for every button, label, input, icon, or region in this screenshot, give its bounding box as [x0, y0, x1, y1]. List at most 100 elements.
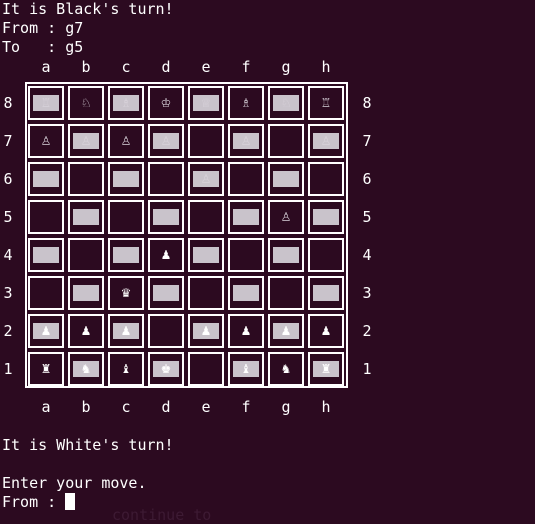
square-h3[interactable]	[308, 276, 344, 310]
square-h7[interactable]: ♙	[308, 124, 344, 158]
chess-piece-a2[interactable]: ♟	[41, 325, 52, 337]
chess-piece-d4[interactable]: ♟	[161, 249, 172, 261]
chess-piece-a1[interactable]: ♜	[41, 363, 52, 375]
square-e8[interactable]: ♕	[188, 86, 224, 120]
chess-piece-b8[interactable]: ♘	[81, 97, 92, 109]
square-f5[interactable]	[228, 200, 264, 234]
chess-piece-g8[interactable]: ♘	[281, 97, 292, 109]
square-b8[interactable]: ♘	[68, 86, 104, 120]
square-a3[interactable]	[28, 276, 64, 310]
square-e6[interactable]: ♙	[188, 162, 224, 196]
square-f2[interactable]: ♟	[228, 314, 264, 348]
chess-piece-e2[interactable]: ♟	[201, 325, 212, 337]
square-g5[interactable]: ♙	[268, 200, 304, 234]
chess-piece-e8[interactable]: ♕	[201, 97, 212, 109]
square-c1[interactable]: ♝	[108, 352, 144, 386]
square-b1[interactable]: ♞	[68, 352, 104, 386]
square-a5[interactable]	[28, 200, 64, 234]
square-g7[interactable]	[268, 124, 304, 158]
square-g8[interactable]: ♘	[268, 86, 304, 120]
chess-piece-d7[interactable]: ♙	[161, 135, 172, 147]
square-d2[interactable]	[148, 314, 184, 348]
chess-piece-h2[interactable]: ♟	[321, 325, 332, 337]
square-c5[interactable]	[108, 200, 144, 234]
square-h5[interactable]	[308, 200, 344, 234]
chess-piece-g5[interactable]: ♙	[281, 211, 292, 223]
square-g4[interactable]	[268, 238, 304, 272]
square-e7[interactable]	[188, 124, 224, 158]
square-h1[interactable]: ♜	[308, 352, 344, 386]
square-b7[interactable]: ♙	[68, 124, 104, 158]
square-a4[interactable]	[28, 238, 64, 272]
chess-piece-a8[interactable]: ♖	[41, 97, 52, 109]
square-a1[interactable]: ♜	[28, 352, 64, 386]
square-f3[interactable]	[228, 276, 264, 310]
square-c4[interactable]	[108, 238, 144, 272]
chess-piece-c8[interactable]: ♗	[121, 97, 132, 109]
square-e4[interactable]	[188, 238, 224, 272]
square-b2[interactable]: ♟	[68, 314, 104, 348]
square-a6[interactable]	[28, 162, 64, 196]
chess-piece-a7[interactable]: ♙	[41, 135, 52, 147]
square-b3[interactable]	[68, 276, 104, 310]
chess-piece-f8[interactable]: ♗	[241, 97, 252, 109]
square-c8[interactable]: ♗	[108, 86, 144, 120]
square-a7[interactable]: ♙	[28, 124, 64, 158]
square-f8[interactable]: ♗	[228, 86, 264, 120]
chess-piece-b2[interactable]: ♟	[81, 325, 92, 337]
square-d7[interactable]: ♙	[148, 124, 184, 158]
chess-piece-d8[interactable]: ♔	[161, 97, 172, 109]
square-c2[interactable]: ♟	[108, 314, 144, 348]
chess-piece-g2[interactable]: ♟	[281, 325, 292, 337]
file-label-h: h	[321, 58, 331, 76]
chess-piece-c1[interactable]: ♝	[121, 363, 132, 375]
square-e2[interactable]: ♟	[188, 314, 224, 348]
square-d4[interactable]: ♟	[148, 238, 184, 272]
square-c7[interactable]: ♙	[108, 124, 144, 158]
square-g2[interactable]: ♟	[268, 314, 304, 348]
square-f7[interactable]: ♙	[228, 124, 264, 158]
chess-piece-h7[interactable]: ♙	[321, 135, 332, 147]
chess-piece-b1[interactable]: ♞	[81, 363, 92, 375]
square-d5[interactable]	[148, 200, 184, 234]
square-h4[interactable]	[308, 238, 344, 272]
from-input-line[interactable]: From :	[2, 493, 76, 512]
chess-piece-g1[interactable]: ♞	[281, 363, 292, 375]
square-f4[interactable]	[228, 238, 264, 272]
chess-piece-c7[interactable]: ♙	[121, 135, 132, 147]
square-f1[interactable]: ♝	[228, 352, 264, 386]
square-b6[interactable]	[68, 162, 104, 196]
chess-piece-b7[interactable]: ♙	[81, 135, 92, 147]
chess-piece-h8[interactable]: ♖	[321, 97, 332, 109]
chess-piece-f1[interactable]: ♝	[241, 363, 252, 375]
chess-piece-c2[interactable]: ♟	[121, 325, 132, 337]
chess-piece-f2[interactable]: ♟	[241, 325, 252, 337]
chess-piece-e6[interactable]: ♙	[201, 173, 212, 185]
square-c6[interactable]	[108, 162, 144, 196]
square-g1[interactable]: ♞	[268, 352, 304, 386]
square-d8[interactable]: ♔	[148, 86, 184, 120]
square-g6[interactable]	[268, 162, 304, 196]
square-a8[interactable]: ♖	[28, 86, 64, 120]
square-e1[interactable]	[188, 352, 224, 386]
chess-piece-d1[interactable]: ♚	[161, 363, 172, 375]
terminal-cursor[interactable]	[65, 493, 76, 510]
square-b4[interactable]	[68, 238, 104, 272]
square-f6[interactable]	[228, 162, 264, 196]
square-a2[interactable]: ♟	[28, 314, 64, 348]
square-h6[interactable]	[308, 162, 344, 196]
square-e5[interactable]	[188, 200, 224, 234]
square-d1[interactable]: ♚	[148, 352, 184, 386]
square-h8[interactable]: ♖	[308, 86, 344, 120]
square-b5[interactable]	[68, 200, 104, 234]
square-d6[interactable]	[148, 162, 184, 196]
square-g3[interactable]	[268, 276, 304, 310]
square-e3[interactable]	[188, 276, 224, 310]
chess-piece-f7[interactable]: ♙	[241, 135, 252, 147]
chess-piece-h1[interactable]: ♜	[321, 363, 332, 375]
chess-piece-c3[interactable]: ♛	[121, 287, 132, 299]
file-label-b: b	[81, 398, 91, 416]
square-d3[interactable]	[148, 276, 184, 310]
square-h2[interactable]: ♟	[308, 314, 344, 348]
square-c3[interactable]: ♛	[108, 276, 144, 310]
